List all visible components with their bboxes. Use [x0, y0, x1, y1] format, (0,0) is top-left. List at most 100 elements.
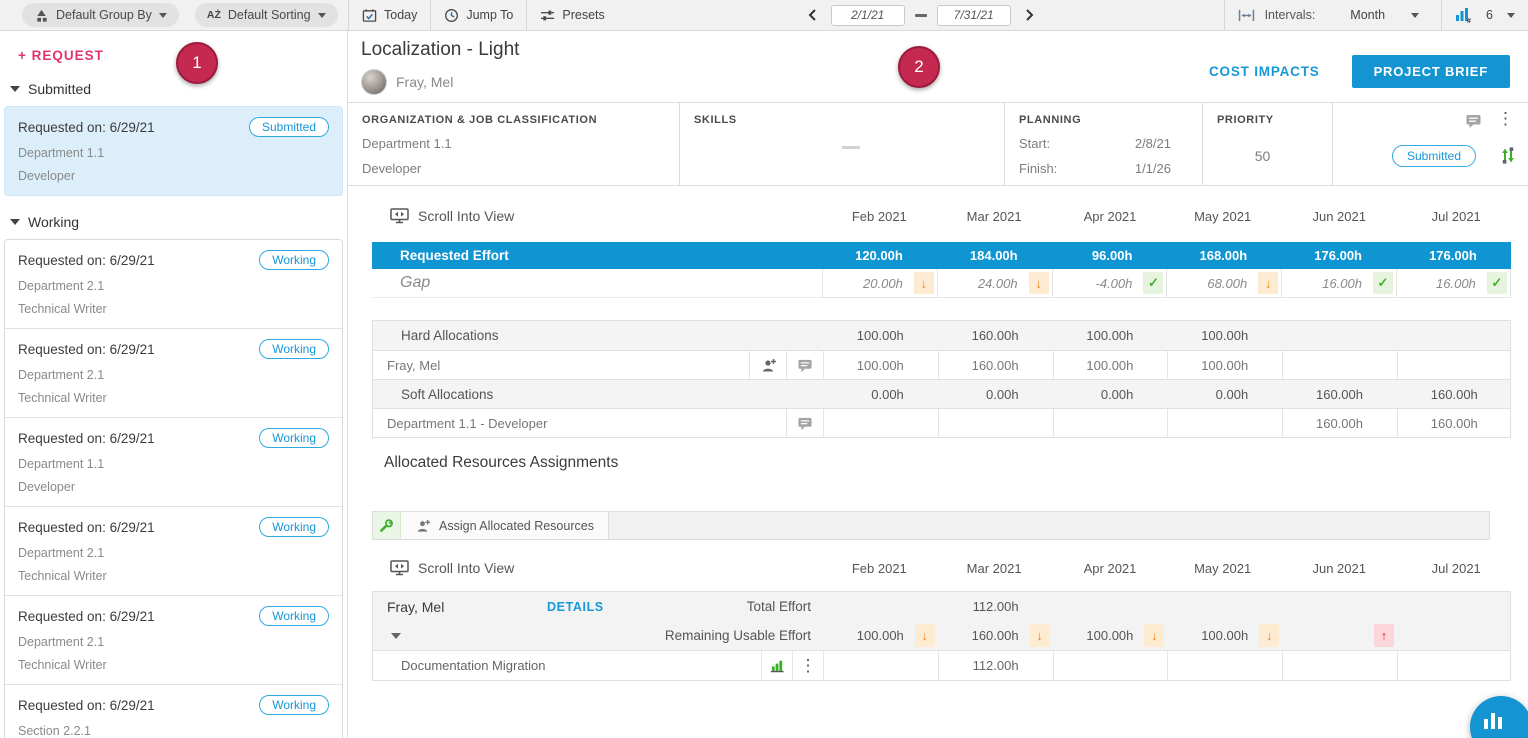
alloc-cell[interactable] — [1397, 351, 1512, 379]
request-card[interactable]: Requested on: 6/29/21Working Department … — [5, 506, 342, 595]
alloc-cell[interactable]: 100.00h — [1053, 351, 1168, 379]
project-brief-button[interactable]: PROJECT BRIEF — [1352, 55, 1510, 88]
task-effort-cell[interactable]: 112.00h — [938, 651, 1053, 680]
remaining-effort-cell — [1397, 621, 1512, 650]
assign-button-label: Assign Allocated Resources — [439, 519, 594, 533]
expand-triangle-icon[interactable] — [391, 633, 401, 639]
avatar[interactable] — [361, 69, 387, 95]
sorting-dropdown[interactable]: AŻ Default Sorting — [195, 3, 338, 27]
working-cards-list: Requested on: 6/29/21 Working Department … — [4, 239, 343, 738]
group-by-dropdown[interactable]: Default Group By — [22, 3, 179, 27]
requests-sidebar: + REQUEST Submitted Requested on: 6/29/2… — [0, 31, 348, 738]
org-label: ORGANIZATION & JOB CLASSIFICATION — [362, 114, 679, 126]
request-role: Technical Writer — [18, 569, 329, 583]
add-request-button[interactable]: + REQUEST — [18, 48, 104, 63]
priority-label: PRIORITY — [1217, 114, 1332, 126]
date-from-input[interactable] — [831, 5, 905, 26]
comment-icon[interactable] — [1465, 113, 1482, 129]
assign-allocated-resources-button[interactable]: Assign Allocated Resources — [401, 512, 609, 539]
chevron-down-icon — [318, 13, 326, 18]
owner-name: Fray, Mel — [396, 74, 453, 90]
chevron-right-icon[interactable] — [1021, 7, 1037, 23]
monitor-icon — [390, 560, 409, 576]
section-header-submitted[interactable]: Submitted — [10, 81, 343, 97]
request-card[interactable]: Requested on: 6/29/21Working Department … — [5, 417, 342, 506]
date-to-input[interactable] — [937, 5, 1011, 26]
more-options-icon[interactable]: ⋮ — [792, 651, 823, 680]
alloc-cell[interactable]: 100.00h — [823, 351, 938, 379]
alloc-cell[interactable]: 160.00h — [1282, 409, 1397, 437]
jump-to-button[interactable]: Jump To — [431, 0, 526, 30]
finish-label: Finish: — [1019, 161, 1057, 176]
group-by-label: Default Group By — [56, 8, 152, 22]
status-badge: Working — [259, 517, 329, 537]
month-header: Feb 2021 — [822, 553, 937, 583]
request-org: Department 2.1 — [18, 368, 329, 382]
gap-cell: 20.00h ↓ — [822, 269, 937, 298]
task-effort-cell[interactable] — [823, 651, 938, 680]
gap-cell: 24.00h↓ — [937, 269, 1052, 298]
remaining-effort-line: Remaining Usable Effort 100.00h↓ 160.00h… — [373, 621, 1510, 650]
org-value-role: Developer — [362, 161, 679, 176]
month-header: May 2021 — [1166, 553, 1281, 583]
request-card[interactable]: Requested on: 6/29/21Working Section 2.2… — [5, 684, 342, 738]
alloc-cell[interactable] — [1282, 351, 1397, 379]
request-status-section: ⋮ Submitted — [1333, 103, 1528, 185]
request-date: Requested on: 6/29/21 — [18, 609, 155, 624]
alloc-cell[interactable] — [823, 409, 938, 437]
scroll-into-view-label: Scroll Into View — [418, 560, 514, 576]
gap-indicator-icon: ↓ — [914, 272, 934, 294]
scroll-into-view-button[interactable]: Scroll Into View — [372, 560, 514, 576]
interval-count-dropdown[interactable]: # 6 — [1442, 0, 1528, 30]
effort-grid-header: Scroll Into View Feb 2021 Mar 2021 Apr 2… — [372, 201, 1511, 231]
chart-icon[interactable] — [761, 651, 792, 680]
collapse-triangle-icon — [10, 219, 20, 225]
alloc-cell[interactable]: 160.00h — [1397, 409, 1512, 437]
gap-indicator-icon: ✓ — [1143, 272, 1163, 294]
request-date: Requested on: 6/29/21 — [18, 698, 155, 713]
swap-resource-icon[interactable] — [1500, 147, 1516, 164]
alloc-cell[interactable]: 160.00h — [938, 351, 1053, 379]
request-card[interactable]: Requested on: 6/29/21Working Department … — [5, 595, 342, 684]
add-person-icon[interactable] — [749, 351, 786, 379]
alloc-cell[interactable] — [938, 409, 1053, 437]
alloc-cell[interactable]: 100.00h — [1167, 351, 1282, 379]
more-options-icon[interactable]: ⋮ — [1497, 112, 1514, 126]
today-label: Today — [384, 8, 417, 22]
cost-impacts-button[interactable]: COST IMPACTS — [1209, 64, 1320, 79]
task-effort-cell[interactable] — [1053, 651, 1168, 680]
comment-icon[interactable] — [786, 409, 823, 437]
scroll-into-view-button[interactable]: Scroll Into View — [372, 208, 514, 224]
alloc-cell[interactable] — [1167, 409, 1282, 437]
today-button[interactable]: Today — [349, 0, 430, 30]
gap-value: 20.00h — [863, 276, 903, 291]
request-card[interactable]: Requested on: 6/29/21Working Department … — [5, 240, 342, 328]
requested-effort-row: Requested Effort 120.00h 184.00h 96.00h … — [372, 242, 1511, 269]
interval-unit-dropdown[interactable]: Month — [1328, 0, 1441, 30]
soft-alloc-cell: 0.00h — [938, 380, 1053, 408]
comment-icon[interactable] — [786, 351, 823, 379]
chevron-down-icon — [1507, 13, 1515, 18]
task-effort-cell[interactable] — [1397, 651, 1512, 680]
chevron-down-icon — [159, 13, 167, 18]
presets-button[interactable]: Presets — [527, 0, 617, 30]
section-header-working[interactable]: Working — [10, 214, 343, 230]
total-effort-cell — [1282, 592, 1397, 621]
sliders-icon — [540, 8, 555, 23]
alloc-cell[interactable] — [1053, 409, 1168, 437]
request-card-submitted[interactable]: Requested on: 6/29/21 Submitted Departme… — [4, 106, 343, 196]
chevron-left-icon[interactable] — [805, 7, 821, 23]
department-allocation-row: Department 1.1 - Developer 160.00h 160.0… — [373, 408, 1510, 437]
status-badge: Working — [259, 606, 329, 626]
sorting-label: Default Sorting — [228, 8, 311, 22]
jump-to-label: Jump To — [466, 8, 513, 22]
remaining-effort-cell: 100.00h↓ — [1053, 621, 1168, 650]
planning-section: PLANNING Start:2/8/21 Finish:1/1/26 — [1005, 103, 1203, 185]
wrench-icon[interactable] — [373, 512, 401, 539]
request-card[interactable]: Requested on: 6/29/21Working Department … — [5, 328, 342, 417]
details-link[interactable]: DETAILS — [547, 600, 604, 614]
task-effort-cell[interactable] — [1282, 651, 1397, 680]
task-effort-cell[interactable] — [1167, 651, 1282, 680]
task-name: Documentation Migration — [401, 658, 546, 673]
interval-count-value: 6 — [1486, 8, 1493, 22]
